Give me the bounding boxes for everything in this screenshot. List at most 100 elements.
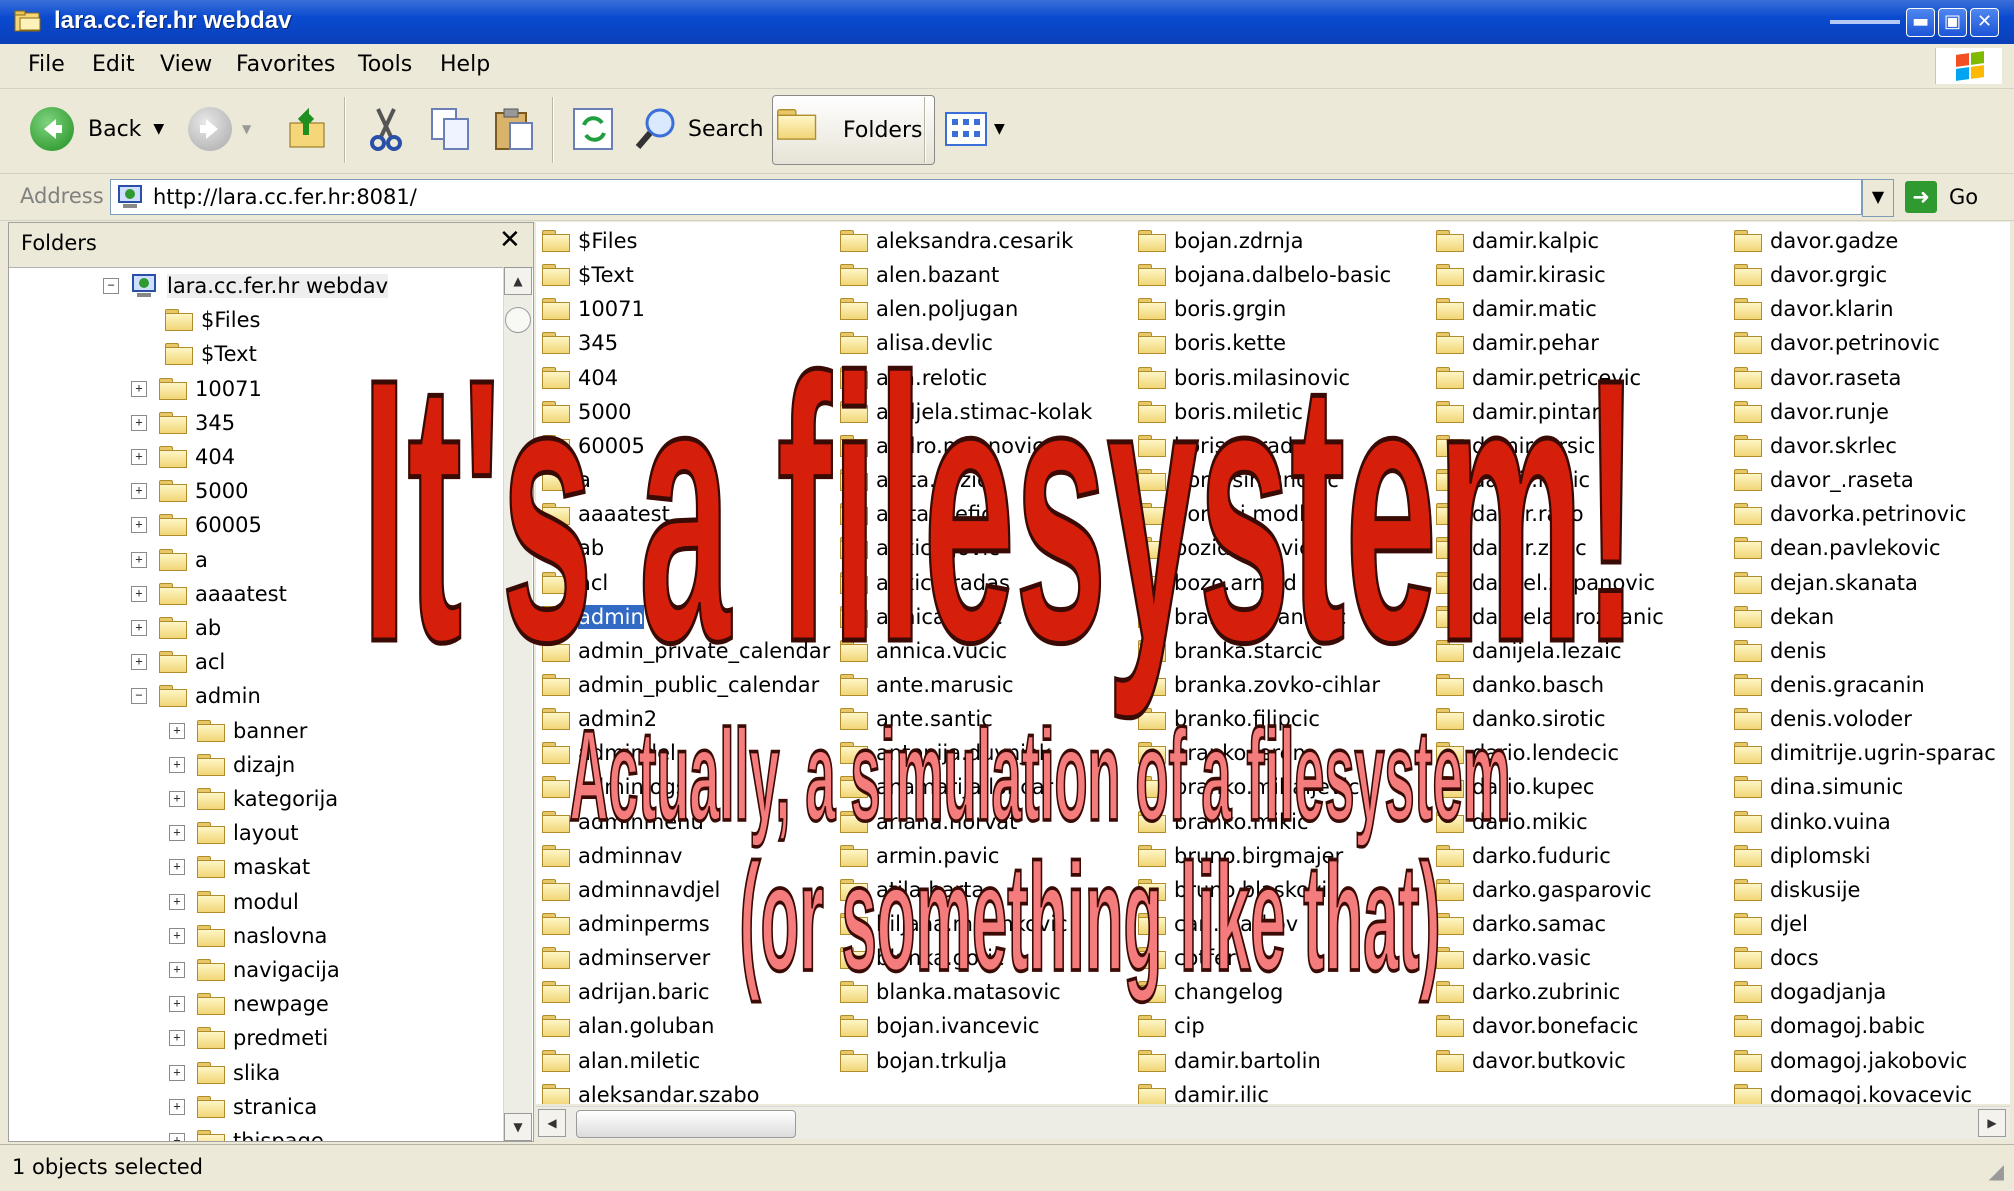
- file-item[interactable]: aleksandra.cesarik: [840, 224, 1073, 258]
- collapse-icon[interactable]: −: [103, 278, 119, 294]
- back-dropdown-icon[interactable]: ▼: [153, 121, 164, 137]
- file-item[interactable]: davor.raseta: [1734, 361, 1901, 395]
- expand-icon[interactable]: +: [131, 380, 147, 397]
- forward-dropdown-icon[interactable]: ▼: [242, 122, 251, 136]
- tree-item[interactable]: +60005: [131, 508, 262, 542]
- file-item[interactable]: andjela.stimac-kolak: [840, 395, 1092, 429]
- file-list-horizontal-scrollbar[interactable]: ◀ ▶: [536, 1106, 2010, 1139]
- folder-tree[interactable]: − lara.cc.fer.hr webdav $Files $Text +1007…: [9, 267, 503, 1141]
- file-item[interactable]: dario.lendecic: [1436, 736, 1619, 770]
- tree-root[interactable]: − lara.cc.fer.hr webdav: [103, 269, 389, 303]
- tree-item[interactable]: + navigacija: [169, 953, 340, 987]
- file-item[interactable]: damir.radic: [1436, 463, 1590, 497]
- scroll-thumb[interactable]: [576, 1110, 796, 1138]
- copy-button[interactable]: [428, 99, 472, 159]
- file-item[interactable]: dario.mikic: [1436, 805, 1588, 839]
- expand-icon[interactable]: +: [131, 483, 147, 500]
- tree-item[interactable]: + naslovna: [169, 919, 327, 953]
- file-item[interactable]: darko.zubrinic: [1436, 975, 1620, 1009]
- file-item[interactable]: alisa.devlic: [840, 326, 993, 360]
- tree-vertical-scrollbar[interactable]: ▲ ▼: [503, 267, 532, 1141]
- file-item[interactable]: davor.grgic: [1734, 258, 1887, 292]
- file-item[interactable]: damir.mrsic: [1436, 429, 1595, 463]
- file-item[interactable]: davor.runje: [1734, 395, 1889, 429]
- expand-icon[interactable]: +: [169, 1133, 185, 1141]
- file-item[interactable]: alan.miletic: [542, 1044, 700, 1078]
- address-input[interactable]: http://lara.cc.fer.hr:8081/: [110, 179, 1862, 215]
- file-item[interactable]: adminserver: [542, 941, 710, 975]
- minimize-button[interactable]: ▬: [1906, 8, 1935, 37]
- file-item[interactable]: dogadjanja: [1734, 975, 1886, 1009]
- file-item[interactable]: anamarija.loncar: [840, 770, 1053, 804]
- file-item[interactable]: blanka.matasovic: [840, 975, 1061, 1009]
- folders-button[interactable]: Folders: [772, 95, 936, 165]
- file-item[interactable]: docs: [1734, 941, 1819, 975]
- menu-tools[interactable]: Tools: [358, 52, 412, 77]
- file-item[interactable]: branka.starcic: [1138, 634, 1323, 668]
- file-item[interactable]: damir.petricevic: [1436, 361, 1641, 395]
- file-item[interactable]: cotfer: [1138, 941, 1236, 975]
- file-item[interactable]: damir.pehar: [1436, 326, 1599, 360]
- file-item[interactable]: diskusije: [1734, 873, 1860, 907]
- file-item[interactable]: davor.bonefacic: [1436, 1009, 1638, 1043]
- tree-item[interactable]: +404: [131, 440, 235, 474]
- tree-item[interactable]: + modul: [169, 885, 299, 919]
- file-item[interactable]: admin: [542, 600, 644, 634]
- file-item[interactable]: darko.gasparovic: [1436, 873, 1652, 907]
- file-item[interactable]: admindel: [542, 736, 676, 770]
- file-item[interactable]: darko.samac: [1436, 907, 1606, 941]
- file-item[interactable]: admin_private_calendar: [542, 634, 830, 668]
- file-item[interactable]: alen.poljugan: [840, 292, 1018, 326]
- file-item[interactable]: danijela.grozdanic: [1436, 600, 1664, 634]
- tree-item[interactable]: +10071: [131, 372, 262, 406]
- forward-button[interactable]: ▼: [188, 99, 251, 159]
- file-item[interactable]: branko.mihaljevic: [1138, 770, 1360, 804]
- file-item[interactable]: admin_public_calendar: [542, 668, 819, 702]
- refresh-button[interactable]: [572, 99, 616, 159]
- folders-pane-close-icon[interactable]: ✕: [499, 225, 521, 255]
- file-item[interactable]: damir.pintar: [1436, 395, 1600, 429]
- expand-icon[interactable]: +: [169, 859, 185, 876]
- file-item[interactable]: danko.sirotic: [1436, 702, 1606, 736]
- tree-item[interactable]: + a: [131, 543, 208, 577]
- file-item[interactable]: 60005: [542, 429, 645, 463]
- tree-item[interactable]: + dizajn: [169, 748, 295, 782]
- collapse-icon[interactable]: −: [131, 688, 147, 705]
- back-button[interactable]: Back ▼: [30, 99, 164, 159]
- file-item[interactable]: denis.voloder: [1734, 702, 1912, 736]
- menu-view[interactable]: View: [160, 52, 212, 77]
- tree-item[interactable]: + aaaatest: [131, 577, 287, 611]
- expand-icon[interactable]: +: [131, 517, 147, 534]
- tree-item[interactable]: + maskat: [169, 850, 310, 884]
- file-item[interactable]: darko.vasic: [1436, 941, 1591, 975]
- file-item[interactable]: admin2: [542, 702, 657, 736]
- file-item[interactable]: boris.miletic: [1138, 395, 1303, 429]
- tree-item[interactable]: + predmeti: [169, 1021, 328, 1055]
- file-item[interactable]: davor.butkovic: [1436, 1044, 1626, 1078]
- file-item[interactable]: a: [542, 463, 591, 497]
- file-item[interactable]: alen.bazant: [840, 258, 999, 292]
- file-item[interactable]: davor.gadze: [1734, 224, 1898, 258]
- file-item[interactable]: 10071: [542, 292, 645, 326]
- file-item[interactable]: ankica.jovic: [840, 531, 1000, 565]
- tree-item[interactable]: +345: [131, 406, 235, 440]
- file-item[interactable]: ana.relotic: [840, 361, 987, 395]
- tree-item[interactable]: + slika: [169, 1056, 280, 1090]
- file-item[interactable]: diplomski: [1734, 839, 1871, 873]
- file-item[interactable]: bojana.dalbelo-basic: [1138, 258, 1391, 292]
- expand-icon[interactable]: +: [169, 722, 185, 739]
- file-item[interactable]: dean.pavlekovic: [1734, 531, 1941, 565]
- expand-icon[interactable]: +: [131, 414, 147, 431]
- scroll-up-icon[interactable]: ▲: [504, 267, 532, 295]
- file-item[interactable]: davor.petrinovic: [1734, 326, 1940, 360]
- file-item[interactable]: cip: [1138, 1009, 1205, 1043]
- tree-item[interactable]: + kategorija: [169, 782, 338, 816]
- file-list[interactable]: $Files $Text 10071 345 404 5000 60005 a aaaatest…: [536, 222, 2010, 1104]
- menu-help[interactable]: Help: [440, 52, 490, 77]
- file-item[interactable]: bojan.zdrnja: [1138, 224, 1304, 258]
- file-item[interactable]: domagoj.babic: [1734, 1009, 1925, 1043]
- tree-item[interactable]: − admin: [131, 679, 261, 713]
- file-item[interactable]: damir.kirasic: [1436, 258, 1606, 292]
- expand-icon[interactable]: +: [131, 654, 147, 671]
- file-item[interactable]: 404: [542, 361, 618, 395]
